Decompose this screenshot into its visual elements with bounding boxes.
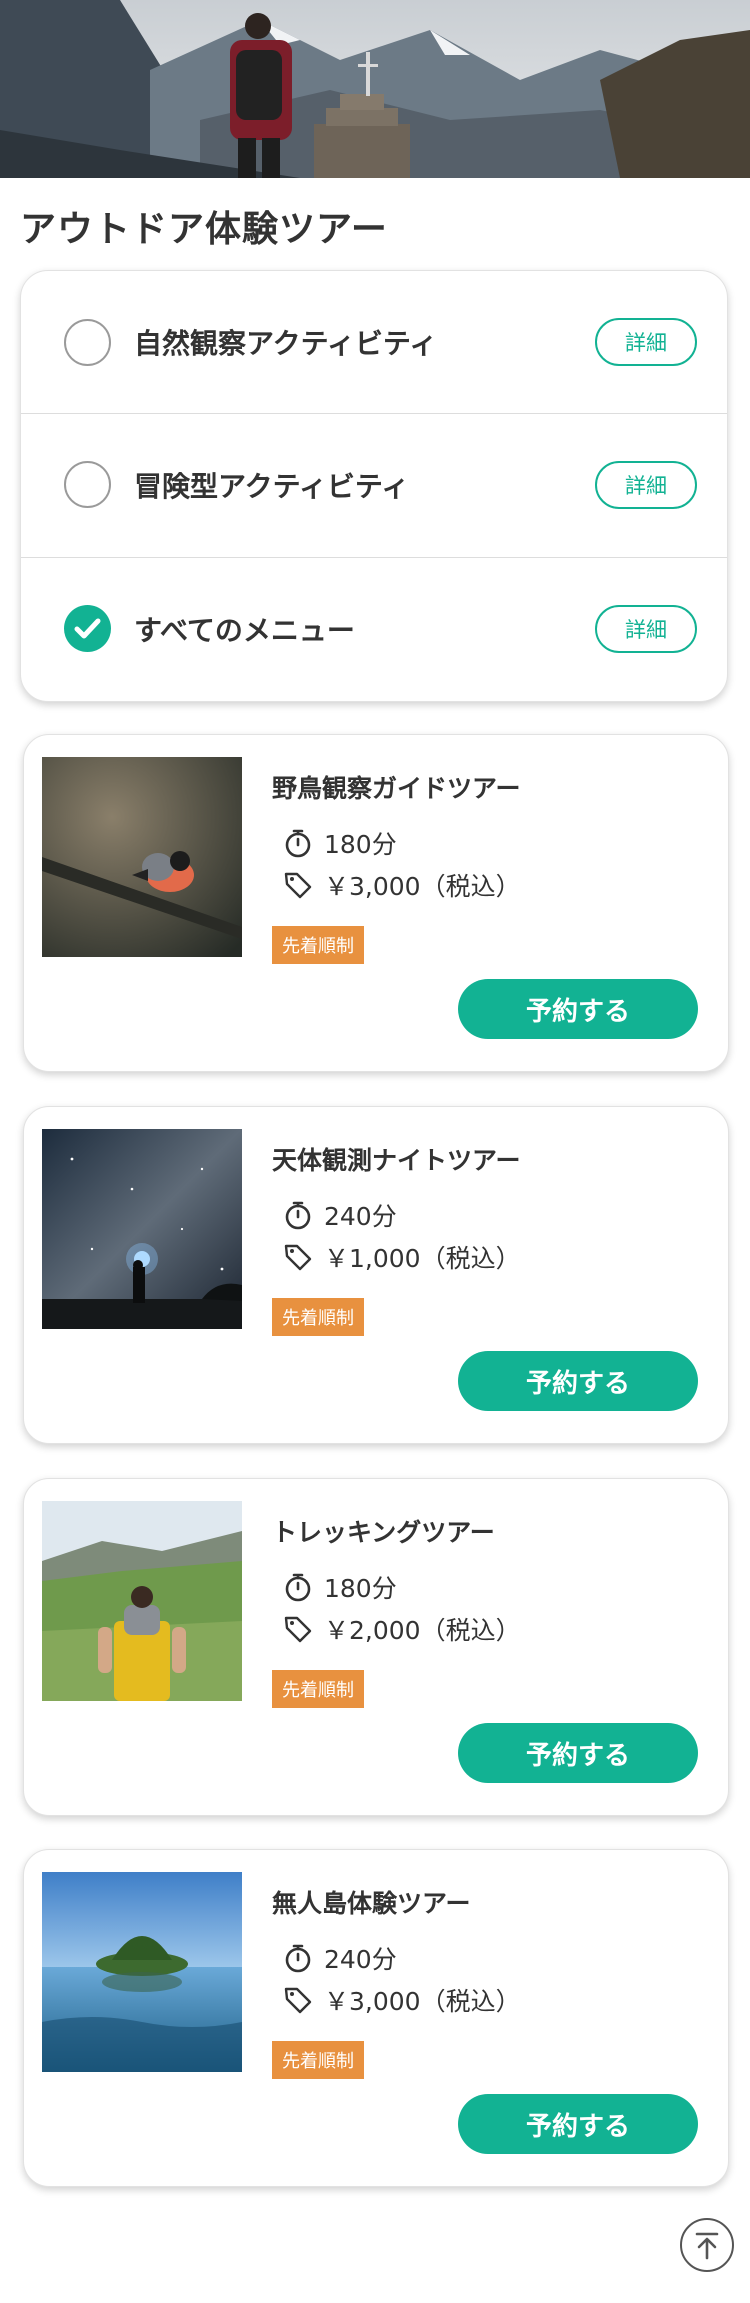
- stopwatch-icon: [285, 1201, 311, 1230]
- radio-checked[interactable]: [64, 605, 111, 652]
- price-tag-icon: [284, 1244, 312, 1271]
- tour-card: 無人島体験ツアー 240分 ￥3,000（税込） 先着順制 予約する: [23, 1849, 729, 2187]
- reserve-button[interactable]: 予約する: [458, 979, 698, 1039]
- tour-name: 無人島体験ツアー: [272, 1889, 471, 1918]
- duration-text: 180分: [324, 830, 397, 859]
- status-badge: 先着順制: [272, 2041, 364, 2079]
- tour-duration: 180分: [282, 825, 397, 861]
- filter-label: 自然観察アクティビティ: [134, 327, 438, 360]
- filter-option-all[interactable]: すべてのメニュー 詳細: [21, 557, 727, 699]
- filter-option-nature[interactable]: 自然観察アクティビティ 詳細: [21, 271, 727, 413]
- arrow-up-icon: [695, 2232, 719, 2260]
- tour-duration: 180分: [282, 1569, 397, 1605]
- hero-image: [0, 0, 750, 178]
- duration-text: 240分: [324, 1945, 397, 1974]
- filter-label: すべてのメニュー: [134, 613, 355, 647]
- tour-price: ￥3,000（税込）: [282, 1982, 521, 2018]
- tour-name: 野鳥観察ガイドツアー: [272, 774, 521, 803]
- tour-price: ￥1,000（税込）: [282, 1239, 521, 1275]
- tour-name: 天体観測ナイトツアー: [272, 1146, 521, 1175]
- tour-image-bird: [42, 757, 242, 957]
- status-badge: 先着順制: [272, 1298, 364, 1336]
- price-text: ￥3,000（税込）: [324, 872, 521, 901]
- filter-card: 自然観察アクティビティ 詳細 冒険型アクティビティ 詳細 すべてのメニュー 詳細: [20, 270, 728, 702]
- tour-card: 野鳥観察ガイドツアー 180分 ￥3,000（税込） 先着順制 予約する: [23, 734, 729, 1072]
- price-text: ￥3,000（税込）: [324, 1987, 521, 2016]
- price-text: ￥1,000（税込）: [324, 1244, 521, 1273]
- tour-name: トレッキングツアー: [272, 1518, 495, 1547]
- tour-price: ￥2,000（税込）: [282, 1611, 521, 1647]
- duration-text: 180分: [324, 1574, 397, 1603]
- tour-image-island: [42, 1872, 242, 2072]
- price-tag-icon: [284, 872, 312, 899]
- stopwatch-icon: [285, 1944, 311, 1973]
- stopwatch-icon: [285, 1573, 311, 1602]
- tour-card: トレッキングツアー 180分 ￥2,000（税込） 先着順制 予約する: [23, 1478, 729, 1816]
- filter-option-adventure[interactable]: 冒険型アクティビティ 詳細: [21, 413, 727, 555]
- price-tag-icon: [284, 1616, 312, 1643]
- duration-text: 240分: [324, 1202, 397, 1231]
- stopwatch-icon: [285, 829, 311, 858]
- radio-unchecked[interactable]: [64, 318, 111, 366]
- tour-duration: 240分: [282, 1197, 397, 1233]
- detail-button[interactable]: 詳細: [595, 604, 697, 653]
- status-badge: 先着順制: [272, 926, 364, 964]
- status-badge: 先着順制: [272, 1670, 364, 1708]
- checkmark-icon: [74, 618, 101, 639]
- tour-image-stars: [42, 1129, 242, 1329]
- filter-label: 冒険型アクティビティ: [134, 469, 410, 503]
- detail-button[interactable]: 詳細: [595, 318, 697, 366]
- reserve-button[interactable]: 予約する: [458, 2094, 698, 2154]
- tour-duration: 240分: [282, 1940, 397, 1976]
- radio-unchecked[interactable]: [64, 461, 111, 508]
- reserve-button[interactable]: 予約する: [458, 1351, 698, 1411]
- tour-image-trekking: [42, 1501, 242, 1701]
- reserve-button[interactable]: 予約する: [458, 1723, 698, 1783]
- tour-price: ￥3,000（税込）: [282, 867, 521, 903]
- tour-card: 天体観測ナイトツアー 240分 ￥1,000（税込） 先着順制 予約する: [23, 1106, 729, 1444]
- price-text: ￥2,000（税込）: [324, 1616, 521, 1645]
- scroll-to-top-button[interactable]: [680, 2218, 734, 2272]
- page-title: アウトドア体験ツアー: [20, 209, 388, 250]
- price-tag-icon: [284, 1987, 312, 2014]
- detail-button[interactable]: 詳細: [595, 460, 697, 509]
